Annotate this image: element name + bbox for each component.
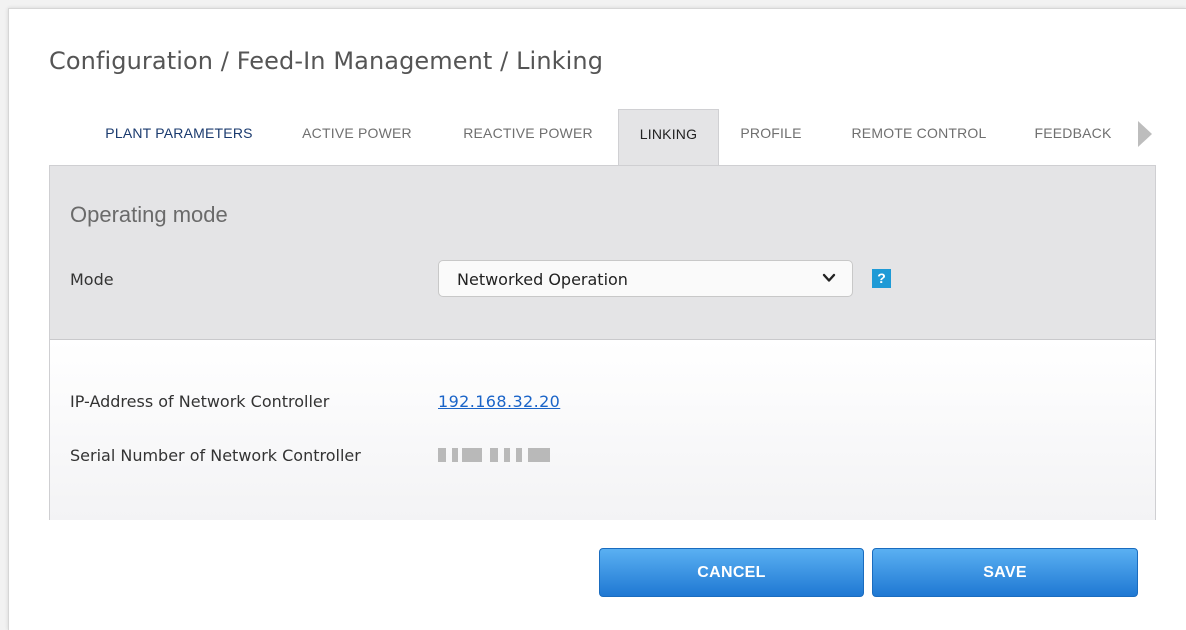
serial-number-redacted — [438, 448, 560, 462]
page-title: Configuration / Feed-In Management / Lin… — [49, 47, 604, 75]
operating-mode-section: Operating mode Mode Networked Operation … — [50, 166, 1155, 340]
mode-select-value: Networked Operation — [457, 270, 628, 289]
mode-select[interactable]: Networked Operation — [438, 260, 853, 297]
mode-label: Mode — [70, 270, 114, 289]
tab-plant-parameters[interactable]: PLANT PARAMETERS — [83, 109, 275, 166]
network-controller-section: IP-Address of Network Controller 192.168… — [50, 340, 1155, 520]
tab-bar: PLANT PARAMETERS ACTIVE POWER REACTIVE P… — [49, 109, 1157, 166]
tab-feedback[interactable]: FEEDBACK — [1029, 109, 1117, 166]
tab-scroll-right-button[interactable] — [1133, 121, 1157, 147]
tab-profile[interactable]: PROFILE — [731, 109, 811, 166]
chevron-down-icon — [822, 273, 836, 282]
section-title: Operating mode — [70, 202, 228, 227]
ip-address-link[interactable]: 192.168.32.20 — [438, 392, 560, 411]
tab-remote-control[interactable]: REMOTE CONTROL — [829, 109, 1009, 166]
tab-reactive-power[interactable]: REACTIVE POWER — [447, 109, 609, 166]
feed-in-dialog: Configuration / Feed-In Management / Lin… — [8, 8, 1186, 630]
ip-address-label: IP-Address of Network Controller — [70, 392, 330, 411]
triangle-right-icon — [1138, 121, 1152, 147]
cancel-button[interactable]: CANCEL — [599, 548, 864, 597]
tab-active-power[interactable]: ACTIVE POWER — [287, 109, 427, 166]
tab-linking[interactable]: LINKING — [618, 109, 719, 166]
serial-number-label: Serial Number of Network Controller — [70, 446, 361, 465]
save-button[interactable]: SAVE — [872, 548, 1138, 597]
linking-panel: Operating mode Mode Networked Operation … — [49, 165, 1156, 520]
help-icon[interactable]: ? — [872, 269, 891, 288]
